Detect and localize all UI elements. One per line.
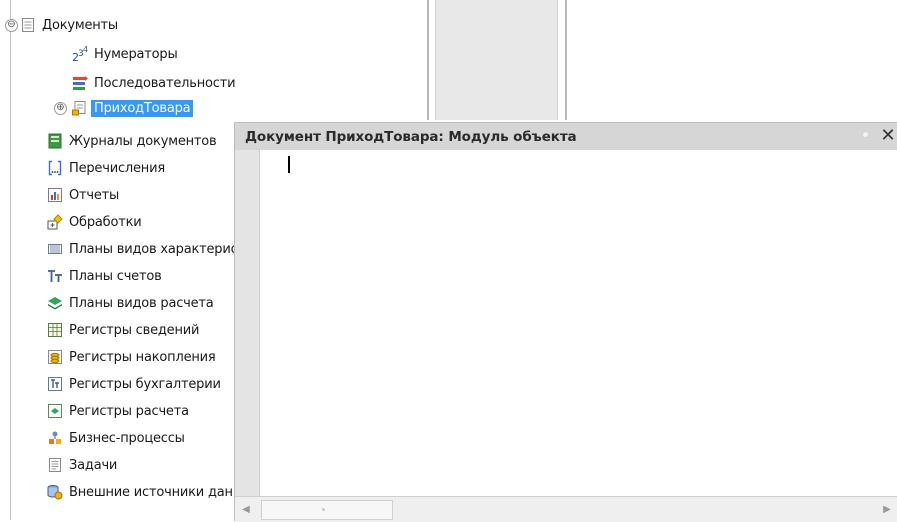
tree-item-journals[interactable]: Журналы документов [47, 130, 217, 152]
code-editor[interactable] [260, 150, 897, 496]
tree-item-numerators[interactable]: 234 Нумераторы [72, 43, 178, 65]
close-button[interactable]: ✕ [878, 126, 897, 146]
journal-icon [47, 133, 63, 149]
tree-item-label: Нумераторы [94, 46, 178, 62]
tree-item-label: Внешние источники данных [69, 484, 259, 500]
background-panel [427, 0, 567, 120]
tree-guide-line [10, 0, 11, 520]
collapse-toggle-documents[interactable]: ⊖ [5, 19, 18, 32]
document-item-icon [72, 100, 88, 116]
accounting-register-icon [47, 376, 63, 392]
panel-edge-right [565, 0, 567, 120]
module-window: Документ ПриходТовара: Модуль объекта ✕ … [234, 122, 897, 522]
tree-item-label: Отчеты [69, 187, 120, 203]
tree-item-tasks[interactable]: Задачи [47, 454, 117, 476]
tree-item-label: Обработки [69, 214, 142, 230]
tree-item-enums[interactable]: Перечисления [47, 157, 165, 179]
tree-item-label: Бизнес-процессы [69, 430, 185, 446]
tree-item-reports[interactable]: Отчеты [47, 184, 119, 206]
tree-item-processing[interactable]: Обработки [47, 211, 142, 233]
scroll-left-icon[interactable]: ◀ [239, 503, 253, 517]
business-process-icon [47, 430, 63, 446]
tree-item-label: Планы счетов [69, 268, 162, 284]
external-source-icon [47, 484, 63, 500]
accum-register-icon [47, 349, 63, 365]
tree-item-label: Задачи [69, 457, 118, 473]
tree-item-label: Регистры расчета [69, 403, 189, 419]
horizontal-scrollbar[interactable]: ◀ ▶ [235, 496, 897, 522]
scroll-right-icon[interactable]: ▶ [880, 503, 894, 517]
expand-toggle-prihod[interactable]: ⊕ [54, 102, 67, 115]
task-icon [47, 457, 63, 473]
tree-item-label: Последовательности [94, 75, 236, 91]
tree-item-label: Планы видов характеристик [69, 241, 261, 257]
tree-item-charts-of-characteristics[interactable]: Планы видов характеристик [47, 238, 261, 260]
tree-item-label: Регистры бухгалтерии [69, 376, 221, 392]
module-window-title: Документ ПриходТовара: Модуль объекта [245, 128, 577, 145]
report-icon [47, 187, 63, 203]
tree-item-calc-registers[interactable]: Регистры расчета [47, 400, 189, 422]
svg-text:4: 4 [83, 46, 88, 54]
chart-calc-icon [47, 295, 63, 311]
tree-item-label: Регистры накопления [69, 349, 216, 365]
panel-edge-left [427, 0, 429, 120]
text-caret [288, 156, 290, 173]
pin-icon[interactable] [863, 132, 868, 137]
grip-icon [322, 508, 325, 511]
panel-fill [435, 0, 558, 120]
enum-icon [47, 160, 63, 176]
chart-accounts-icon [47, 268, 63, 284]
sequence-icon [72, 75, 88, 91]
scrollbar-thumb[interactable] [261, 500, 393, 520]
document-icon [20, 17, 36, 33]
tree-item-label: Документы [42, 17, 118, 33]
tree-item-charts-of-accounts[interactable]: Планы счетов [47, 265, 162, 287]
tree-item-label: Перечисления [69, 160, 165, 176]
info-register-icon [47, 322, 63, 338]
tree-item-label: Регистры сведений [69, 322, 200, 338]
tree-item-prihod-tovara[interactable]: ПриходТовара [72, 97, 194, 119]
numerator-icon: 234 [72, 46, 88, 62]
tree-item-label: ПриходТовара [91, 99, 194, 117]
tree-item-sequences[interactable]: Последовательности [72, 72, 236, 94]
tree-item-accum-registers[interactable]: Регистры накопления [47, 346, 216, 368]
tree-item-business-processes[interactable]: Бизнес-процессы [47, 427, 185, 449]
module-window-titlebar[interactable]: Документ ПриходТовара: Модуль объекта ✕ [235, 123, 897, 150]
tree-item-info-registers[interactable]: Регистры сведений [47, 319, 199, 341]
processing-icon [47, 214, 63, 230]
calc-register-icon [47, 403, 63, 419]
configuration-tree: ⊖ Документы 234 Нумераторы Последователь… [0, 0, 261, 520]
chart-characteristics-icon [47, 241, 63, 257]
tree-item-documents[interactable]: Документы [20, 14, 118, 36]
editor-gutter [235, 150, 260, 496]
tree-item-accounting-registers[interactable]: Регистры бухгалтерии [47, 373, 221, 395]
tree-item-label: Журналы документов [69, 133, 217, 149]
tree-item-external-sources[interactable]: Внешние источники данных [47, 481, 259, 503]
tree-item-calc-types[interactable]: Планы видов расчета [47, 292, 214, 314]
tree-item-label: Планы видов расчета [69, 295, 214, 311]
